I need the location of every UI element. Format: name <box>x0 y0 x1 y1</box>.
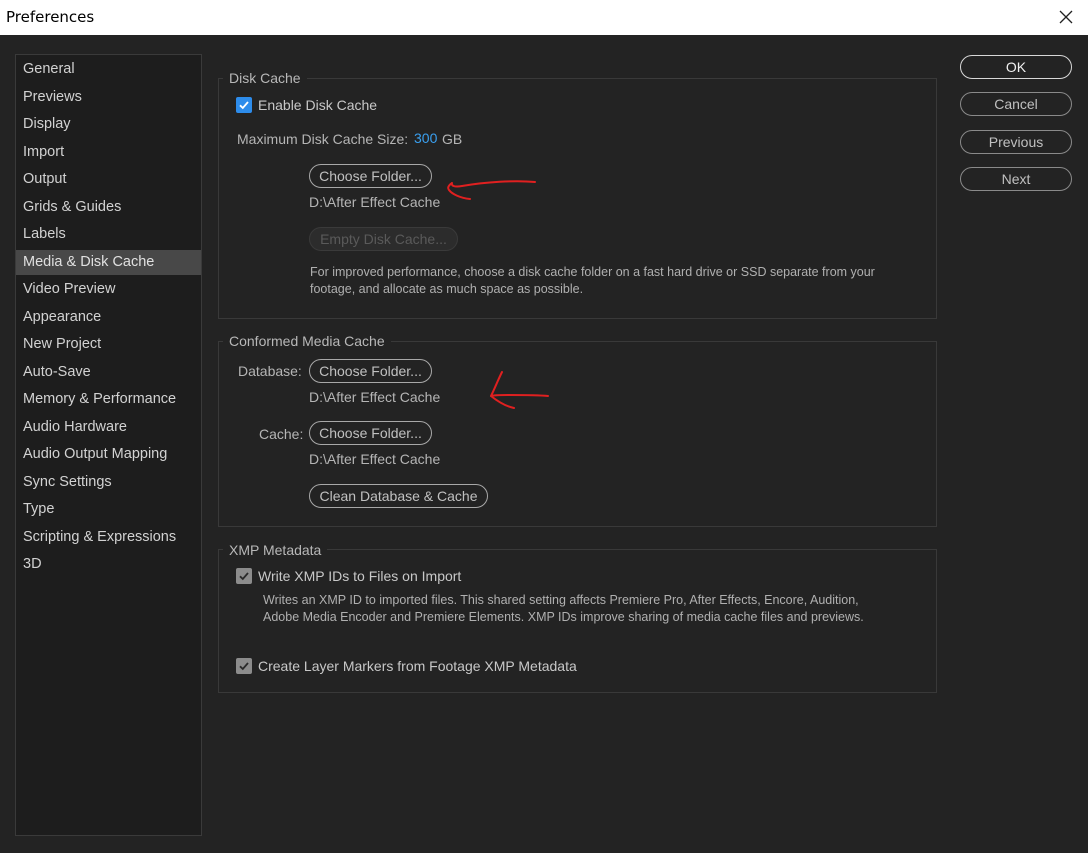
sidebar-item-label: Media & Disk Cache <box>23 253 155 270</box>
red-arrow-annotation-icon <box>490 371 549 409</box>
close-icon[interactable] <box>1052 3 1080 31</box>
sidebar-item-import[interactable]: Import <box>16 140 201 165</box>
checkmark-icon <box>239 101 249 110</box>
cache-label: Cache: <box>259 426 304 442</box>
max-cache-size-label: Maximum Disk Cache Size: <box>237 131 409 147</box>
xmp-metadata-title: XMP Metadata <box>223 542 328 558</box>
title-bar: Preferences <box>0 0 1088 35</box>
button-label: Choose Folder... <box>319 425 422 441</box>
sidebar-item-audio-output-mapping[interactable]: Audio Output Mapping <box>16 442 201 467</box>
sidebar-item-labels[interactable]: Labels <box>16 222 201 247</box>
sidebar-item-general[interactable]: General <box>16 57 201 82</box>
cache-choose-folder-button[interactable]: Choose Folder... <box>309 421 432 445</box>
enable-disk-cache-label: Enable Disk Cache <box>258 97 378 113</box>
sidebar-item-grids-guides[interactable]: Grids & Guides <box>16 195 201 220</box>
max-cache-size-unit: GB <box>442 131 463 147</box>
sidebar-item-output[interactable]: Output <box>16 167 201 192</box>
conformed-media-cache-title: Conformed Media Cache <box>223 333 391 349</box>
enable-disk-cache-checkbox[interactable] <box>236 97 252 113</box>
button-label: Clean Database & Cache <box>319 488 478 504</box>
sidebar-item-label: Auto-Save <box>23 363 91 380</box>
sidebar-item-label: General <box>23 61 75 77</box>
sidebar-item-label: New Project <box>23 336 102 352</box>
create-layer-markers-checkbox[interactable] <box>236 658 252 674</box>
disk-cache-choose-folder-button[interactable]: Choose Folder... <box>309 164 432 188</box>
sidebar-item-label: Audio Output Mapping <box>23 446 168 462</box>
sidebar-item-label: Output <box>23 171 67 187</box>
checkmark-icon <box>239 572 249 581</box>
create-layer-markers-label: Create Layer Markers from Footage XMP Me… <box>258 658 577 674</box>
disk-cache-note: For improved performance, choose a disk … <box>310 265 875 296</box>
sidebar-item-audio-hardware[interactable]: Audio Hardware <box>16 415 201 440</box>
sidebar-item-label: Type <box>23 501 55 517</box>
write-xmp-ids-checkbox[interactable] <box>236 568 252 584</box>
checkmark-icon <box>239 662 249 671</box>
button-label: Choose Folder... <box>319 363 422 379</box>
empty-disk-cache-button[interactable]: Empty Disk Cache... <box>309 227 458 251</box>
preferences-category-list: General Previews Display Import Output G… <box>15 54 202 836</box>
button-label: Cancel <box>994 96 1038 112</box>
sidebar-item-label: Memory & Performance <box>23 391 177 407</box>
button-label: Previous <box>988 134 1044 150</box>
max-cache-size-value[interactable]: 300 <box>414 130 437 146</box>
sidebar-item-label: Sync Settings <box>23 473 112 490</box>
ok-button[interactable]: OK <box>960 55 1072 79</box>
window-title: Preferences <box>6 8 95 26</box>
sidebar-item-label: Scripting & Expressions <box>23 528 177 545</box>
sidebar-item-label: Grids & Guides <box>23 198 122 215</box>
sidebar-item-label: Previews <box>23 88 82 105</box>
sidebar-item-sync-settings[interactable]: Sync Settings <box>16 470 201 495</box>
sidebar-item-label: Display <box>23 116 71 132</box>
database-label: Database: <box>238 363 302 379</box>
database-path: D:\After Effect Cache <box>309 389 441 405</box>
sidebar-item-scripting-expressions[interactable]: Scripting & Expressions <box>16 525 201 550</box>
sidebar-item-appearance[interactable]: Appearance <box>16 305 201 330</box>
next-button[interactable]: Next <box>960 167 1072 191</box>
sidebar-item-3d[interactable]: 3D <box>16 552 201 577</box>
sidebar-item-video-preview[interactable]: Video Preview <box>16 277 201 302</box>
sidebar-item-type[interactable]: Type <box>16 497 201 522</box>
sidebar-item-label: Labels <box>23 226 66 242</box>
sidebar-item-previews[interactable]: Previews <box>16 85 201 110</box>
red-arrow-annotation-icon <box>447 180 536 200</box>
button-label: OK <box>1005 59 1027 75</box>
write-xmp-ids-label: Write XMP IDs to Files on Import <box>258 568 462 584</box>
sidebar-item-label: Audio Hardware <box>23 418 127 435</box>
sidebar-item-label: Import <box>23 143 65 160</box>
button-label: Choose Folder... <box>319 168 422 184</box>
database-choose-folder-button[interactable]: Choose Folder... <box>309 359 432 383</box>
sidebar-item-auto-save[interactable]: Auto-Save <box>16 360 201 385</box>
clean-database-cache-button[interactable]: Clean Database & Cache <box>309 484 488 508</box>
cache-path: D:\After Effect Cache <box>309 451 441 467</box>
button-label: Next <box>1001 171 1031 187</box>
sidebar-item-display[interactable]: Display <box>16 112 201 137</box>
sidebar-item-label: Appearance <box>23 308 102 325</box>
disk-cache-title: Disk Cache <box>223 70 307 86</box>
sidebar-item-memory-performance[interactable]: Memory & Performance <box>16 387 201 412</box>
sidebar-item-media-disk-cache[interactable]: Media & Disk Cache <box>16 249 201 275</box>
sidebar-item-label: Video Preview <box>23 281 116 297</box>
button-label: Empty Disk Cache... <box>320 231 447 247</box>
sidebar-item-new-project[interactable]: New Project <box>16 332 201 357</box>
write-xmp-ids-note: Writes an XMP ID to imported files. This… <box>263 593 864 624</box>
cancel-button[interactable]: Cancel <box>960 92 1072 116</box>
sidebar-item-label: 3D <box>23 556 42 572</box>
previous-button[interactable]: Previous <box>960 130 1072 154</box>
disk-cache-path: D:\After Effect Cache <box>309 194 441 210</box>
